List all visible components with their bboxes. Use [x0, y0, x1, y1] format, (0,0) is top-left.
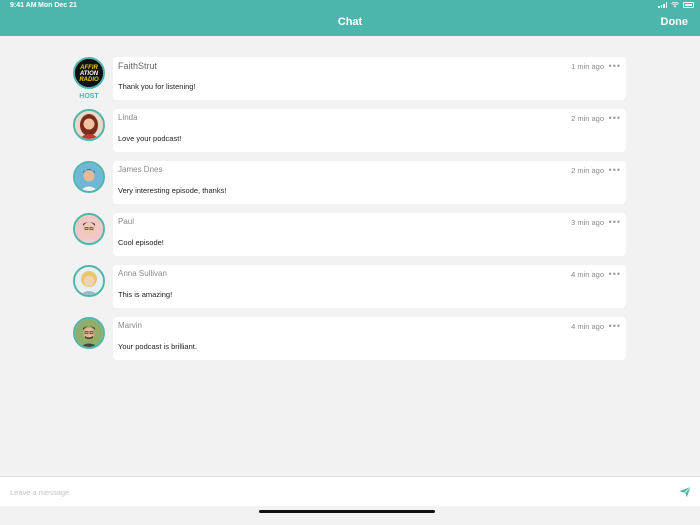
chat-message: AFFIR ATION RADIO HOST FaithStrut 1 min … — [0, 57, 700, 101]
message-bubble: James Dnes 2 min ago ••• Very interestin… — [113, 161, 626, 204]
message-text: Love your podcast! — [118, 134, 182, 143]
ellipsis-icon[interactable]: ••• — [609, 113, 621, 123]
message-bubble: Linda 2 min ago ••• Love your podcast! — [113, 109, 626, 152]
message-time: 1 min ago — [571, 62, 604, 71]
user-avatar[interactable] — [73, 265, 105, 297]
message-text: Very interesting episode, thanks! — [118, 186, 227, 195]
message-author: Linda — [118, 113, 138, 122]
message-time: 2 min ago — [571, 114, 604, 123]
user-avatar[interactable] — [73, 109, 105, 141]
navigation-bar: 9:41 AM Mon Dec 21 Chat Done — [0, 0, 700, 36]
message-text: Your podcast is brilliant. — [118, 342, 197, 351]
battery-icon — [683, 2, 694, 8]
svg-text:RADIO: RADIO — [79, 77, 99, 83]
user-avatar[interactable] — [73, 317, 105, 349]
paper-plane-icon[interactable] — [678, 485, 692, 499]
chat-message: James Dnes 2 min ago ••• Very interestin… — [0, 161, 700, 205]
user-avatar[interactable] — [73, 213, 105, 245]
chat-message: Anna Sullivan 4 min ago ••• This is amaz… — [0, 265, 700, 309]
ellipsis-icon[interactable]: ••• — [609, 321, 621, 331]
ellipsis-icon[interactable]: ••• — [609, 165, 621, 175]
message-time: 2 min ago — [571, 166, 604, 175]
message-author: FaithStrut — [118, 61, 158, 71]
message-input[interactable] — [10, 485, 650, 499]
ellipsis-icon[interactable]: ••• — [609, 217, 621, 227]
affirmation-radio-logo: AFFIR ATION RADIO — [75, 59, 103, 87]
message-author: Paul — [118, 217, 135, 226]
message-composer — [0, 476, 700, 506]
home-indicator — [259, 510, 435, 513]
ellipsis-icon[interactable]: ••• — [609, 61, 621, 71]
message-author: Marvin — [118, 321, 143, 330]
message-bubble: Anna Sullivan 4 min ago ••• This is amaz… — [113, 265, 626, 308]
chat-message: Marvin 4 min ago ••• Your podcast is bri… — [0, 317, 700, 361]
chat-message: Paul 3 min ago ••• Cool episode! — [0, 213, 700, 257]
status-icons — [658, 2, 694, 8]
done-button[interactable]: Done — [661, 16, 689, 28]
message-text: Thank you for listening! — [118, 82, 196, 91]
message-author: Anna Sullivan — [118, 269, 167, 278]
host-badge: HOST — [79, 93, 99, 100]
status-bar: 9:41 AM Mon Dec 21 — [0, 0, 700, 11]
avatar-image — [75, 215, 103, 243]
ellipsis-icon[interactable]: ••• — [609, 269, 621, 279]
avatar-image — [75, 163, 103, 191]
host-avatar[interactable]: AFFIR ATION RADIO — [73, 57, 105, 89]
message-bubble: Marvin 4 min ago ••• Your podcast is bri… — [113, 317, 626, 360]
status-time: 9:41 AM — [10, 2, 37, 9]
avatar-image — [75, 267, 103, 295]
message-bubble: Paul 3 min ago ••• Cool episode! — [113, 213, 626, 256]
message-time: 4 min ago — [571, 322, 604, 331]
user-avatar[interactable] — [73, 161, 105, 193]
message-bubble: FaithStrut 1 min ago ••• Thank you for l… — [113, 57, 626, 100]
message-time: 4 min ago — [571, 270, 604, 279]
message-time: 3 min ago — [571, 218, 604, 227]
message-author: James Dnes — [118, 165, 163, 174]
chat-message: Linda 2 min ago ••• Love your podcast! — [0, 109, 700, 153]
cellular-signal-icon — [658, 2, 667, 8]
avatar-image — [75, 319, 103, 347]
status-date: Mon Dec 21 — [38, 2, 77, 9]
avatar-image — [75, 111, 103, 139]
page-title: Chat — [337, 16, 363, 28]
message-text: Cool episode! — [118, 238, 164, 247]
wifi-icon — [671, 2, 679, 8]
message-text: This is amazing! — [118, 290, 173, 299]
